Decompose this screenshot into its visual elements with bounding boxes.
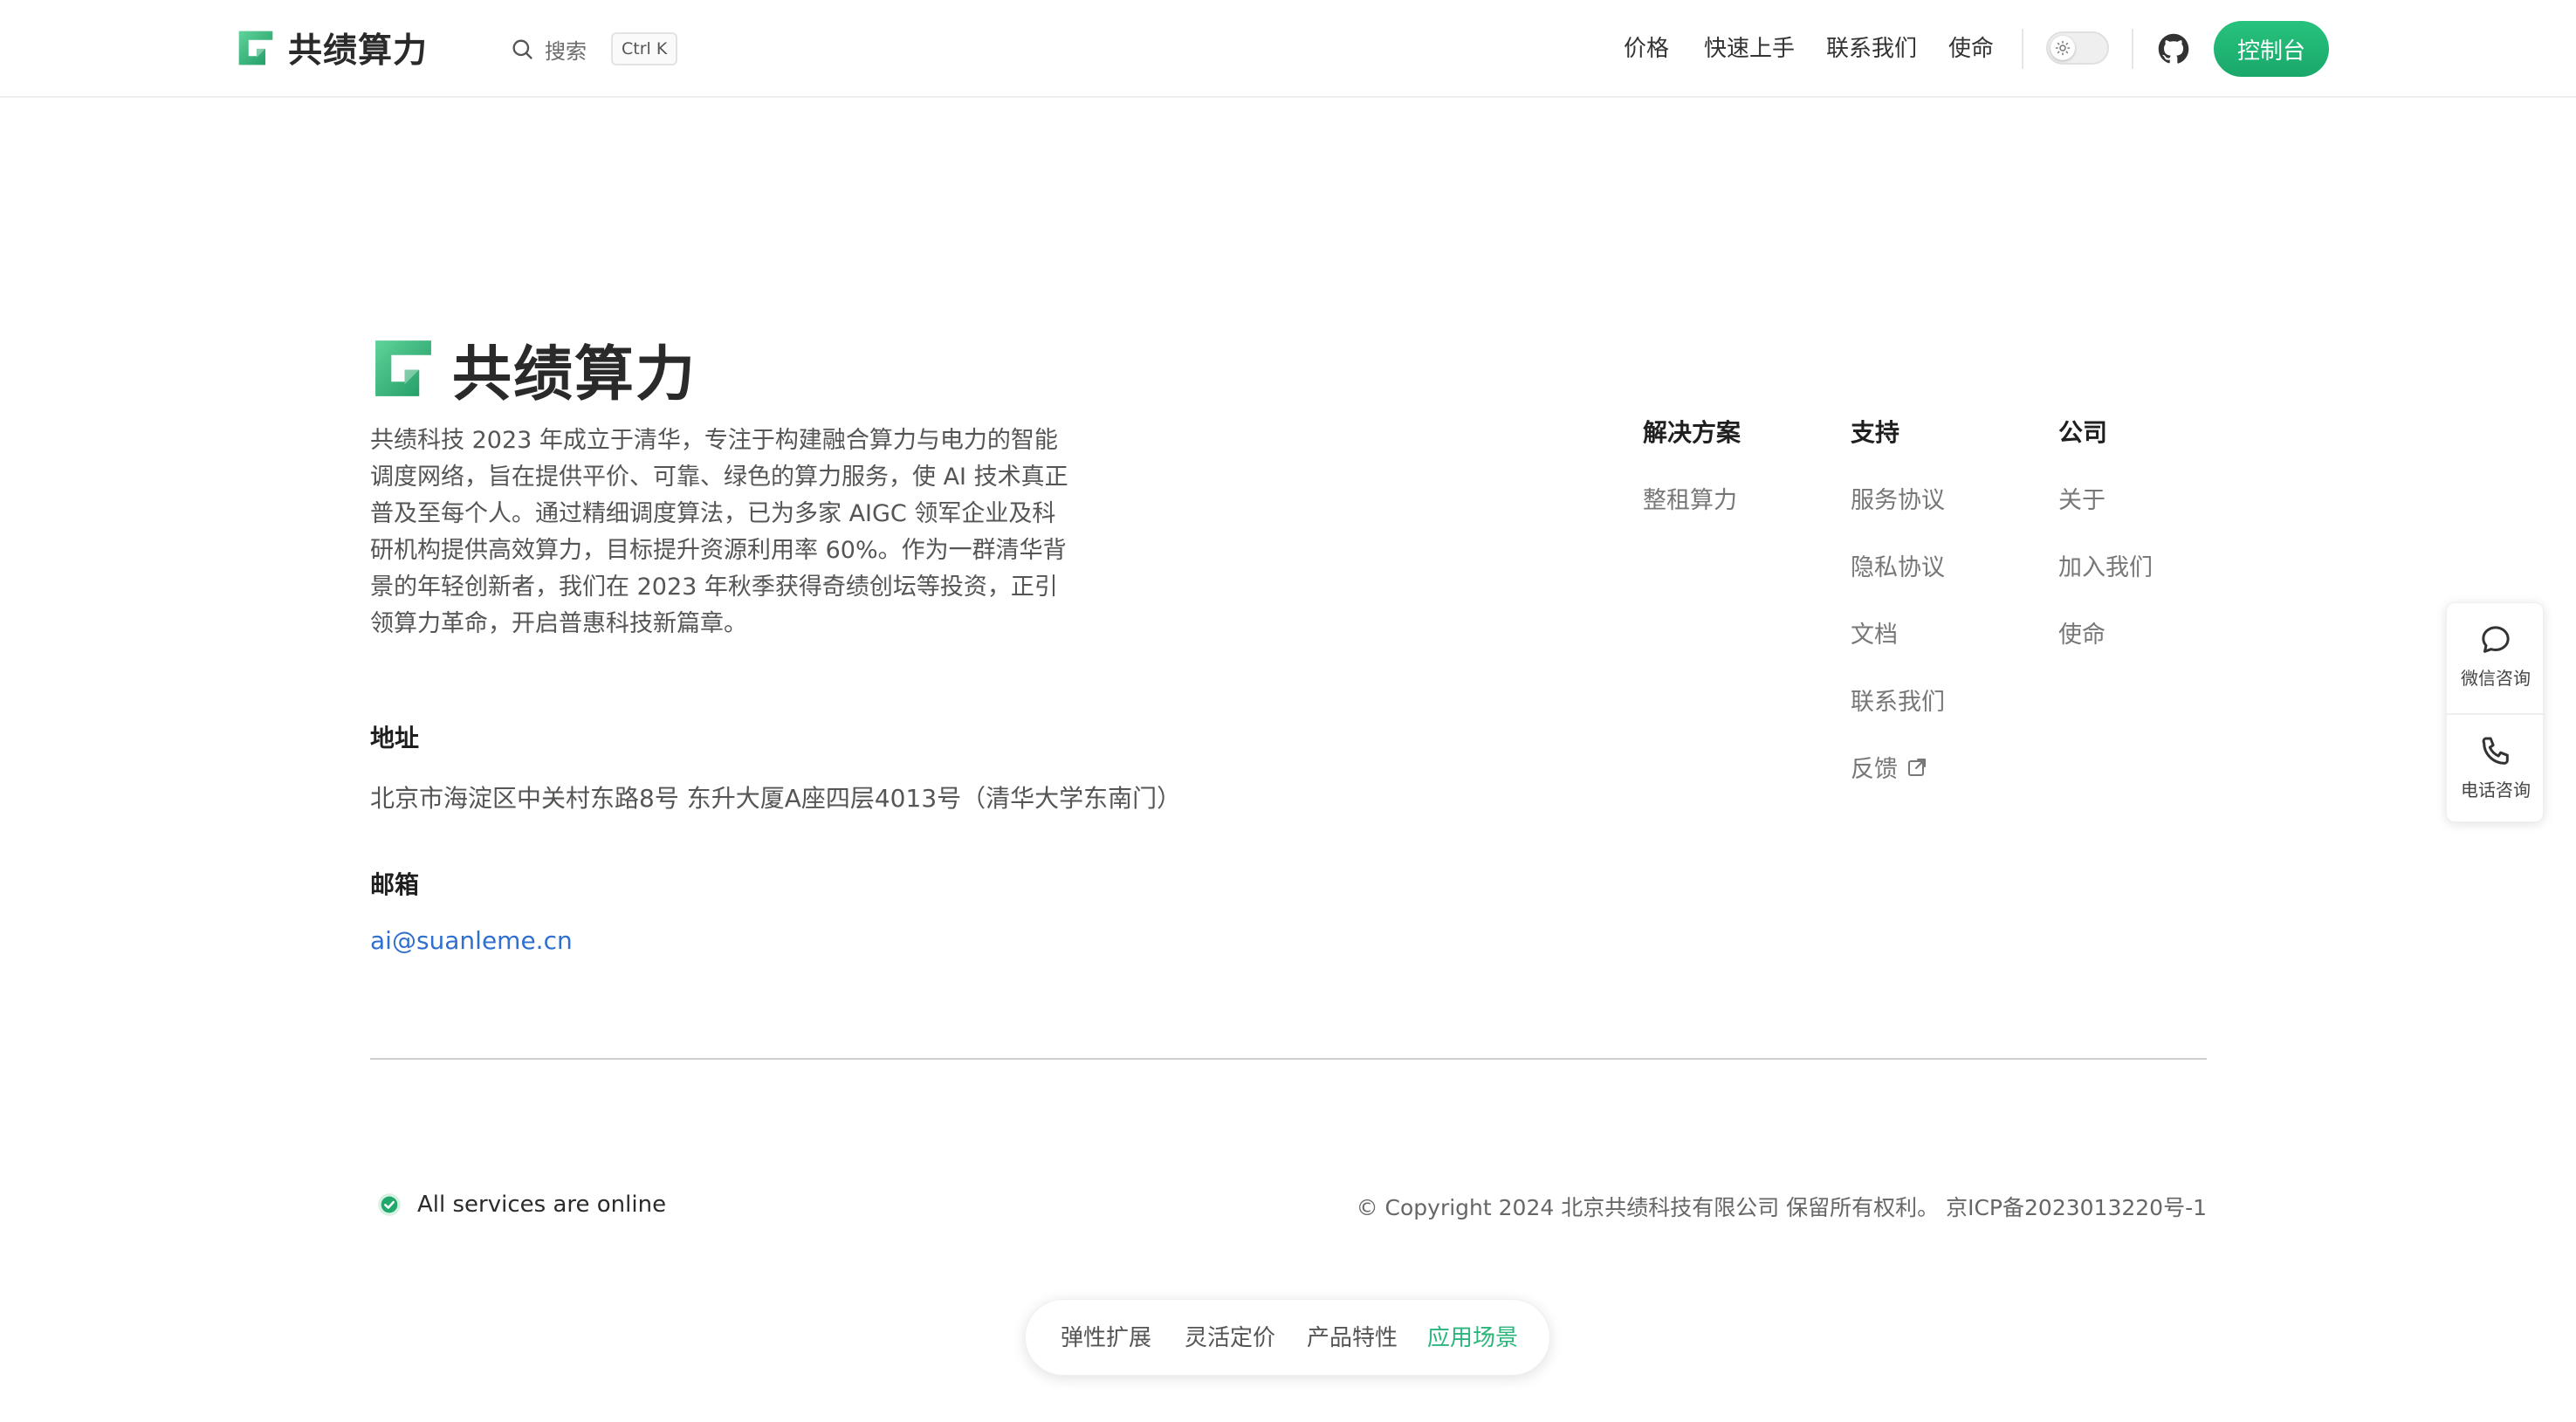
sun-icon: [2055, 40, 2071, 56]
search-shortcut-badge: Ctrl K: [611, 32, 678, 65]
brand-name: 共绩算力: [288, 31, 429, 71]
check-circle-icon: [378, 1193, 401, 1216]
column-heading-support: 支持: [1851, 418, 1900, 447]
page: 共绩算力 搜索 Ctrl K 价格 快速上手 联系我们 使命 控制台 共绩算力 …: [0, 0, 2576, 1422]
top-header: 共绩算力 搜索 Ctrl K 价格 快速上手 联系我们 使命 控制台: [0, 0, 2576, 98]
footer-link-privacy[interactable]: 隐私协议: [1851, 548, 1945, 582]
footer-brand[interactable]: 共绩算力: [370, 335, 697, 409]
phone-icon: [2482, 737, 2509, 765]
console-button[interactable]: 控制台: [2214, 21, 2329, 77]
github-icon[interactable]: [2158, 33, 2189, 65]
header-brand[interactable]: 共绩算力: [236, 26, 429, 71]
wechat-consult-button[interactable]: 微信咨询: [2447, 603, 2545, 704]
search-label: 搜索: [545, 38, 587, 64]
theme-toggle[interactable]: [2046, 31, 2109, 65]
nav-link-pricing[interactable]: 价格: [1624, 31, 1669, 66]
email-link[interactable]: ai@suanleme.cn: [370, 926, 573, 955]
nav-divider: [2022, 29, 2023, 69]
nav-link-contact[interactable]: 联系我们: [1826, 31, 1917, 66]
address-text: 北京市海淀区中关村东路8号 东升大厦A座四层4013号（清华大学东南门）: [370, 784, 1182, 813]
tab-elastic-scaling[interactable]: 弹性扩展: [1061, 1321, 1151, 1356]
footer-link-join-us[interactable]: 加入我们: [2058, 548, 2153, 582]
footer-divider: [370, 1058, 2207, 1060]
footer-brand-name: 共绩算力: [452, 340, 697, 409]
nav-link-mission[interactable]: 使命: [1948, 31, 1994, 66]
column-heading-solutions: 解决方案: [1643, 418, 1741, 447]
phone-consult-button[interactable]: 电话咨询: [2447, 713, 2545, 814]
brand-logo-icon: [375, 340, 431, 396]
email-heading: 邮箱: [370, 870, 420, 899]
wechat-consult-label: 微信咨询: [2461, 668, 2531, 689]
nav-link-quickstart[interactable]: 快速上手: [1704, 31, 1795, 66]
column-heading-company: 公司: [2058, 418, 2108, 447]
service-status[interactable]: All services are online: [377, 1189, 666, 1220]
phone-consult-label: 电话咨询: [2461, 780, 2531, 800]
footer-link-mission[interactable]: 使命: [2058, 615, 2105, 649]
tab-product-features[interactable]: 产品特性: [1307, 1321, 1398, 1356]
footer-link-rent-compute[interactable]: 整租算力: [1643, 481, 1737, 515]
footer-link-docs[interactable]: 文档: [1851, 615, 1898, 649]
copyright-text: © Copyright 2024 北京共绩科技有限公司 保留所有权利。 京ICP…: [1356, 1195, 2207, 1220]
company-intro: 共绩科技 2023 年成立于清华，专注于构建融合算力与电力的智能调度网络，旨在提…: [370, 427, 1068, 637]
external-link-icon: [1908, 758, 1926, 776]
brand-logo-icon: [238, 31, 273, 65]
footer-link-about[interactable]: 关于: [2058, 481, 2105, 515]
tab-use-cases[interactable]: 应用场景: [1427, 1321, 1518, 1356]
theme-toggle-knob: [2050, 36, 2075, 60]
footer-link-feedback[interactable]: 反馈: [1851, 750, 1927, 784]
feedback-label: 反馈: [1851, 756, 1898, 783]
tab-flexible-pricing[interactable]: 灵活定价: [1185, 1321, 1275, 1356]
address-heading: 地址: [370, 724, 420, 752]
search-trigger[interactable]: 搜索 Ctrl K: [510, 31, 678, 66]
nav-divider: [2132, 29, 2133, 69]
footer-link-service-agreement[interactable]: 服务协议: [1851, 481, 1945, 515]
floating-contact-panel: 微信咨询 电话咨询: [2446, 602, 2545, 822]
bottom-section-tabs: 弹性扩展 灵活定价 产品特性 应用场景: [1025, 1299, 1550, 1376]
chat-bubble-icon: [2482, 626, 2510, 653]
footer-link-contact[interactable]: 联系我们: [1851, 683, 1945, 717]
search-icon: [512, 39, 532, 59]
service-status-text: All services are online: [417, 1192, 667, 1218]
